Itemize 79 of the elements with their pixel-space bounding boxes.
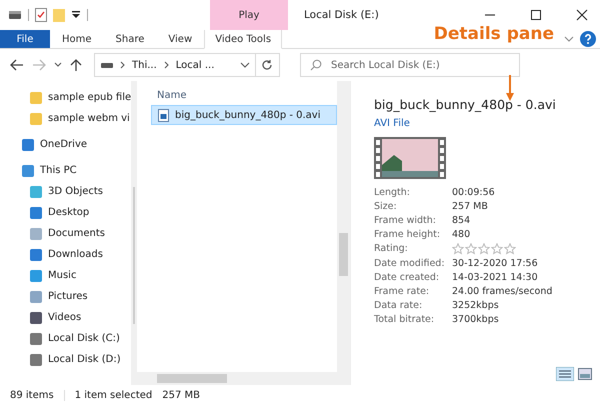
star-icon[interactable] xyxy=(504,243,516,255)
checklist-icon[interactable] xyxy=(35,8,47,22)
property-label: Data rate: xyxy=(374,300,424,311)
property-value: 3700kbps xyxy=(452,314,500,325)
chevron-right-icon xyxy=(120,61,125,69)
property-value: 3252kbps xyxy=(452,300,500,311)
property-label: Frame width: xyxy=(374,215,438,226)
column-header[interactable]: Name xyxy=(151,81,337,101)
property-label: Frame height: xyxy=(374,229,442,240)
video-file-icon xyxy=(158,108,169,122)
property-label: Rating: xyxy=(374,243,409,255)
refresh-icon[interactable] xyxy=(261,59,273,71)
nav-item[interactable]: This PC xyxy=(0,160,132,181)
search-icon xyxy=(310,59,322,71)
folder-icon xyxy=(30,112,42,124)
ribbon-tab[interactable]: Home xyxy=(50,30,104,48)
dropdown-icon[interactable] xyxy=(240,62,250,68)
property-label: Total bitrate: xyxy=(374,314,436,325)
file-tab[interactable]: File xyxy=(0,30,50,48)
property-value: 854 xyxy=(452,215,472,226)
star-icon[interactable] xyxy=(452,243,464,255)
back-arrow-icon[interactable] xyxy=(10,59,24,71)
property-value: 257 MB xyxy=(452,201,489,212)
breadcrumb[interactable]: Thi... xyxy=(132,60,157,70)
file-type: AVI File xyxy=(374,118,411,129)
nav-item[interactable]: Documents xyxy=(0,223,132,244)
property-value: 30-12-2020 17:56 xyxy=(452,258,539,269)
property-label: Size: xyxy=(374,201,398,212)
status-text: 257 MB xyxy=(162,390,200,401)
star-icon[interactable] xyxy=(465,243,477,255)
property-value: 24.00 frames/second xyxy=(452,286,554,297)
chevron-right-icon xyxy=(164,61,169,69)
star-icon[interactable] xyxy=(478,243,490,255)
help-icon[interactable] xyxy=(580,31,596,47)
search-field[interactable]: Search Local Disk (E:) xyxy=(300,53,520,77)
close-icon[interactable] xyxy=(576,9,588,21)
nav-item[interactable]: Local Disk (D:) xyxy=(0,349,132,370)
address-field[interactable]: Thi... Local ... xyxy=(94,53,280,77)
scrollbar[interactable] xyxy=(131,81,137,385)
property-label: Date created: xyxy=(374,272,440,283)
window-title: Local Disk (E:) xyxy=(304,9,379,21)
recent-dropdown-icon[interactable] xyxy=(54,62,62,68)
status-text: 89 items xyxy=(10,390,54,401)
file-row[interactable]: big_buck_bunny_480p - 0.avi xyxy=(151,105,337,125)
up-arrow-icon[interactable] xyxy=(70,58,82,72)
file-name: big_buck_bunny_480p - 0.avi xyxy=(374,97,557,112)
nav-item[interactable]: Desktop xyxy=(0,202,132,223)
context-tab-group: Play xyxy=(210,0,288,30)
star-icon[interactable] xyxy=(491,243,503,255)
nav-item[interactable]: sample epub file xyxy=(0,87,132,108)
chevron-icon[interactable] xyxy=(564,35,574,43)
ribbon-tab[interactable]: Video Tools xyxy=(204,30,282,49)
annotation-arrow xyxy=(505,75,515,101)
video-thumbnail-drawing xyxy=(374,137,446,179)
nav-item[interactable]: Downloads xyxy=(0,244,132,265)
dropdown-icon[interactable] xyxy=(71,10,81,20)
annotation-label: Details pane xyxy=(434,25,554,43)
details-view-icon[interactable] xyxy=(556,367,574,381)
property-label: Length: xyxy=(374,187,411,198)
nav-item[interactable]: Videos xyxy=(0,307,132,328)
nav-item[interactable]: Pictures xyxy=(0,286,132,307)
ribbon-tab[interactable]: View xyxy=(156,30,204,48)
property-value: 00:09:56 xyxy=(452,187,496,198)
scrollbar[interactable] xyxy=(337,81,350,385)
property-label: Frame rate: xyxy=(374,286,430,297)
thumbnail-view-icon[interactable] xyxy=(578,368,592,380)
folder-icon xyxy=(30,92,42,104)
nav-item[interactable]: OneDrive xyxy=(0,134,132,155)
property-value: 14-03-2021 14:30 xyxy=(452,272,539,283)
maximize-icon[interactable] xyxy=(530,9,542,21)
status-text: 1 item selected xyxy=(64,390,152,401)
ribbon-tab[interactable]: Share xyxy=(104,30,156,48)
nav-item[interactable]: Local Disk (C:) xyxy=(0,328,132,349)
property-label: Date modified: xyxy=(374,258,446,269)
nav-item[interactable]: sample webm vi xyxy=(0,108,132,129)
nav-item[interactable]: 3D Objects xyxy=(0,181,132,202)
nav-item[interactable]: Music xyxy=(0,265,132,286)
property-value: 480 xyxy=(452,229,472,240)
breadcrumb[interactable]: Local ... xyxy=(176,60,214,70)
